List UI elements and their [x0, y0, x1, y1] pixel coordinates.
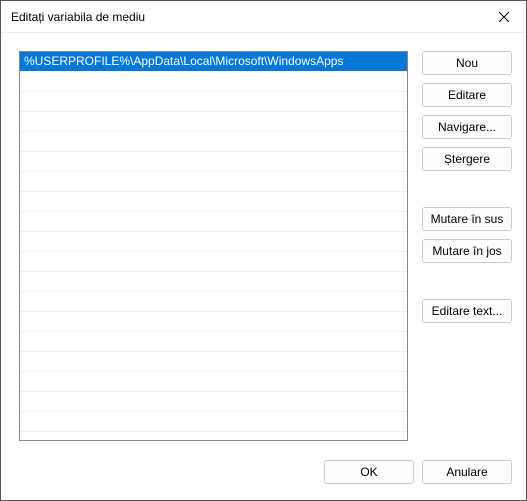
footer-buttons: OK Anulare	[1, 460, 526, 500]
list-row[interactable]	[20, 372, 407, 392]
list-row[interactable]	[20, 392, 407, 412]
browse-button[interactable]: Navigare...	[422, 115, 512, 139]
list-row[interactable]	[20, 292, 407, 312]
path-listbox[interactable]: %USERPROFILE%\AppData\Local\Microsoft\Wi…	[19, 51, 408, 441]
spacer	[422, 271, 512, 291]
window-title: Editați variabila de mediu	[11, 10, 145, 24]
list-row[interactable]	[20, 252, 407, 272]
list-row[interactable]	[20, 312, 407, 332]
list-row[interactable]	[20, 132, 407, 152]
button-column: Nou Editare Navigare... Ștergere Mutare …	[422, 51, 512, 450]
spacer	[422, 179, 512, 199]
list-row[interactable]	[20, 152, 407, 172]
list-row[interactable]	[20, 232, 407, 252]
edit-button[interactable]: Editare	[422, 83, 512, 107]
list-row[interactable]: %USERPROFILE%\AppData\Local\Microsoft\Wi…	[20, 52, 407, 72]
move-down-button[interactable]: Mutare în jos	[422, 239, 512, 263]
move-up-button[interactable]: Mutare în sus	[422, 207, 512, 231]
list-row[interactable]	[20, 112, 407, 132]
ok-button[interactable]: OK	[324, 460, 414, 484]
list-row[interactable]	[20, 92, 407, 112]
list-row[interactable]	[20, 72, 407, 92]
list-row[interactable]	[20, 172, 407, 192]
list-row[interactable]	[20, 332, 407, 352]
titlebar: Editați variabila de mediu	[1, 1, 526, 33]
list-row[interactable]	[20, 352, 407, 372]
edit-text-button[interactable]: Editare text...	[422, 299, 512, 323]
close-button[interactable]	[481, 2, 526, 32]
close-icon	[499, 12, 509, 22]
content-area: %USERPROFILE%\AppData\Local\Microsoft\Wi…	[1, 33, 526, 460]
list-row[interactable]	[20, 212, 407, 232]
new-button[interactable]: Nou	[422, 51, 512, 75]
list-row[interactable]	[20, 272, 407, 292]
list-row[interactable]	[20, 192, 407, 212]
delete-button[interactable]: Ștergere	[422, 147, 512, 171]
cancel-button[interactable]: Anulare	[422, 460, 512, 484]
list-row[interactable]	[20, 412, 407, 432]
